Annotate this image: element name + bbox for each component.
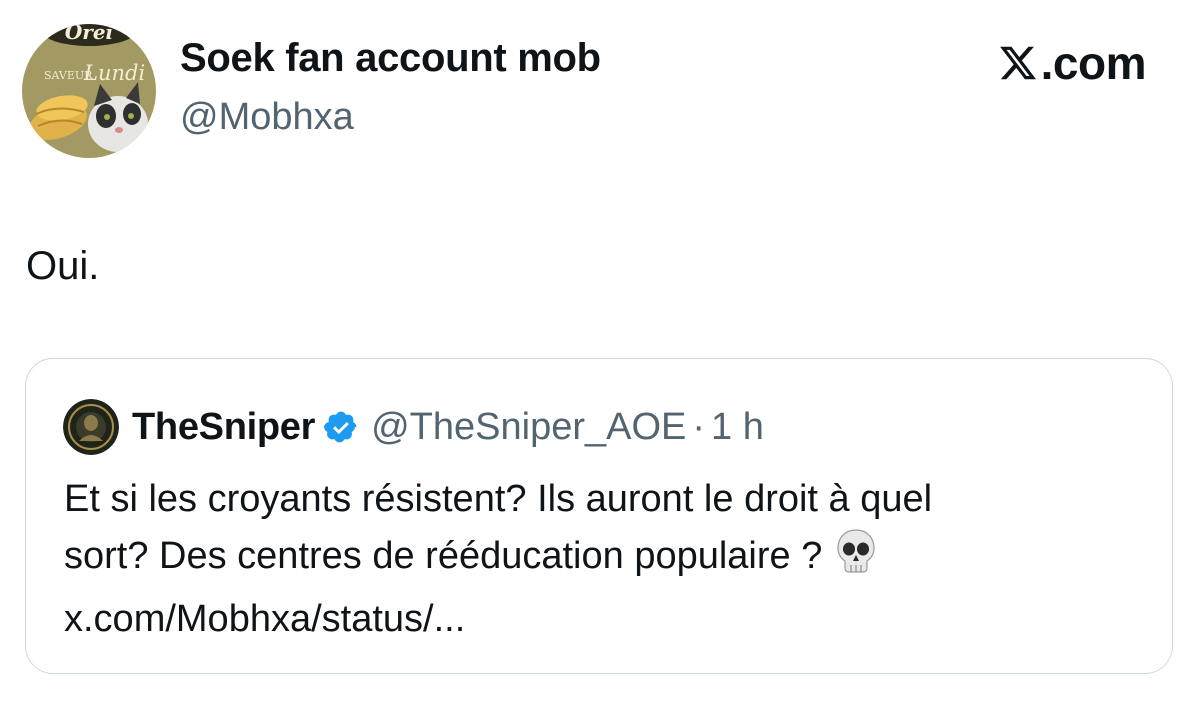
quoted-author-avatar[interactable]: [63, 399, 119, 455]
quoted-tweet-card[interactable]: TheSniper @TheSniper_AOE · 1 h Et si les…: [25, 358, 1173, 674]
author-handle[interactable]: @Mobhxa: [180, 96, 354, 139]
quoted-author-name[interactable]: TheSniper: [132, 406, 315, 449]
x-logo-icon: [999, 46, 1036, 80]
quoted-tweet-link[interactable]: x.com/Mobhxa/status/...: [64, 591, 1124, 648]
author-avatar[interactable]: Orei SAVEUR Lundi: [22, 24, 156, 158]
quoted-text-line-content: sort? Des centres de rééducation populai…: [64, 535, 823, 577]
skull-icon: [836, 528, 876, 591]
author-display-name[interactable]: Soek fan account mob: [180, 36, 601, 81]
brand-link[interactable]: .com: [997, 36, 1147, 90]
quoted-timestamp[interactable]: 1 h: [711, 406, 764, 449]
sniper-avatar-icon: [63, 399, 119, 455]
quoted-text-line: Et si les croyants résistent? Ils auront…: [64, 478, 933, 520]
avatar-brand-text: Orei: [65, 24, 113, 44]
verified-badge-icon: [323, 409, 359, 445]
quoted-tweet-header: TheSniper @TheSniper_AOE · 1 h: [63, 399, 764, 455]
brand-label: .com: [1040, 37, 1147, 89]
quoted-text-line: sort? Des centres de rééducation populai…: [64, 528, 1124, 591]
quoted-tweet-body: Et si les croyants résistent? Ils auront…: [64, 471, 1124, 648]
avatar-text-bottom: Lundi: [83, 61, 145, 85]
separator-dot: ·: [692, 405, 706, 448]
chips-bag-cat-avatar-icon: Orei SAVEUR Lundi: [22, 24, 156, 158]
quoted-author-handle[interactable]: @TheSniper_AOE: [371, 406, 686, 449]
tweet-text: Oui.: [26, 244, 100, 288]
